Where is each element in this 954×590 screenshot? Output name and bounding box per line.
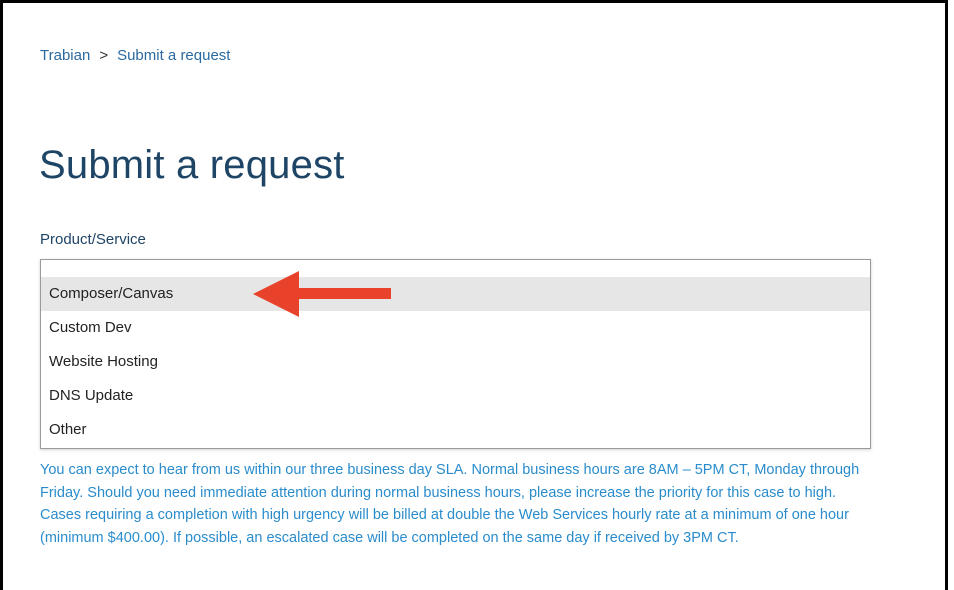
red-arrow-shaft	[295, 288, 391, 299]
breadcrumb: Trabian > Submit a request	[40, 47, 230, 64]
option-dns-update[interactable]: DNS Update	[41, 379, 870, 413]
product-service-label: Product/Service	[40, 231, 146, 248]
red-arrow-icon	[253, 271, 391, 317]
option-website-hosting[interactable]: Website Hosting	[41, 345, 870, 379]
breadcrumb-link-submit-request[interactable]: Submit a request	[117, 47, 230, 64]
red-arrow-head	[253, 271, 299, 317]
product-service-dropdown-list[interactable]: Composer/Canvas Custom Dev Website Hosti…	[40, 259, 871, 449]
option-custom-dev[interactable]: Custom Dev	[41, 311, 870, 345]
dropdown-top-spacer	[41, 260, 870, 277]
page-frame: Trabian > Submit a request Submit a requ…	[0, 0, 948, 590]
sla-help-text: You can expect to hear from us within ou…	[40, 462, 860, 546]
option-composer-canvas[interactable]: Composer/Canvas	[41, 277, 870, 311]
breadcrumb-separator: >	[99, 47, 109, 64]
option-other[interactable]: Other	[41, 413, 870, 447]
breadcrumb-link-trabian[interactable]: Trabian	[40, 47, 90, 64]
page-title: Submit a request	[39, 143, 345, 187]
